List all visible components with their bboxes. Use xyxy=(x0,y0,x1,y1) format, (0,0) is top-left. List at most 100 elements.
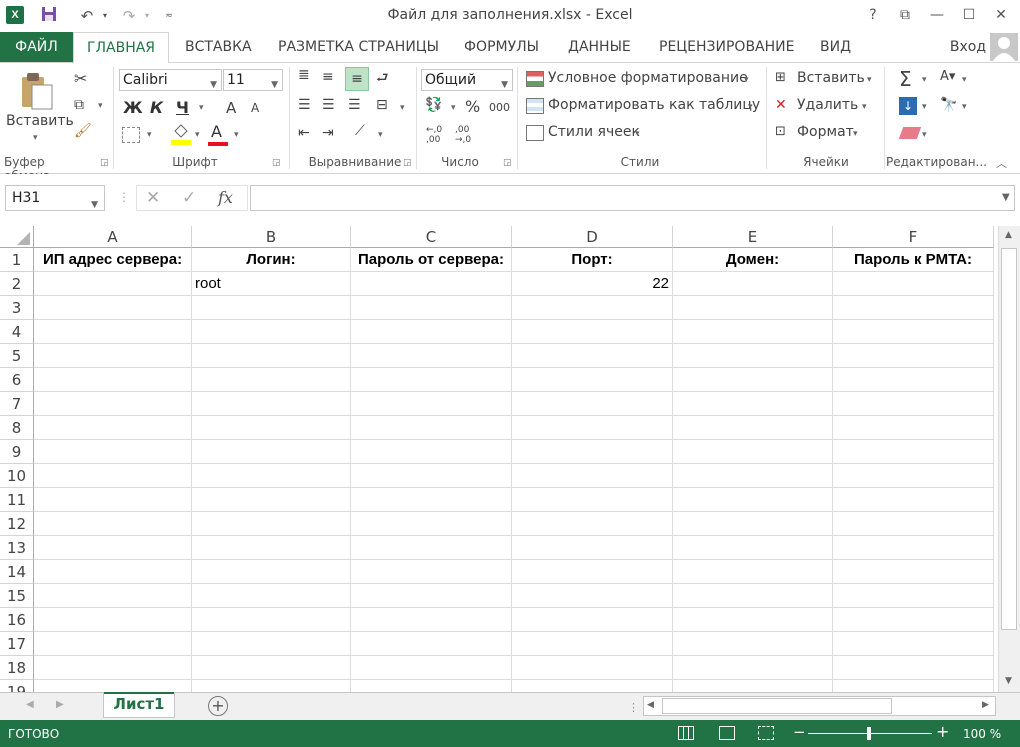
font-size-select[interactable]: 11 ▼ xyxy=(223,69,283,91)
row-header-14[interactable]: 14 xyxy=(0,560,34,584)
cell-styles-button[interactable]: Стили ячеек xyxy=(548,124,640,140)
cell-e6[interactable] xyxy=(673,368,833,392)
row-header-8[interactable]: 8 xyxy=(0,416,34,440)
wrap-text-icon[interactable]: ⮐ xyxy=(376,67,389,91)
sort-filter-icon[interactable]: A▾ xyxy=(940,69,955,84)
column-header-c[interactable]: C xyxy=(351,226,512,248)
delete-cells-button[interactable]: Удалить xyxy=(797,97,858,113)
cell-c17[interactable] xyxy=(351,632,512,656)
cell-f4[interactable] xyxy=(833,320,994,344)
scroll-right-icon[interactable]: ▶ xyxy=(982,700,989,710)
cell-d2[interactable]: 22 xyxy=(512,272,673,296)
row-header-5[interactable]: 5 xyxy=(0,344,34,368)
format-painter-icon[interactable]: 🖌 xyxy=(74,123,92,139)
cell-b1[interactable]: Логин: xyxy=(192,248,351,272)
cell-c14[interactable] xyxy=(351,560,512,584)
cell-a11[interactable] xyxy=(34,488,192,512)
sort-filter-dropdown-icon[interactable]: ▾ xyxy=(962,75,967,85)
cell-e11[interactable] xyxy=(673,488,833,512)
tab-data[interactable]: ДАННЫЕ xyxy=(568,32,631,62)
cell-c1[interactable]: Пароль от сервера: xyxy=(351,248,512,272)
cell-b5[interactable] xyxy=(192,344,351,368)
cell-d7[interactable] xyxy=(512,392,673,416)
borders-icon[interactable] xyxy=(122,127,140,143)
cell-d18[interactable] xyxy=(512,656,673,680)
increase-indent-icon[interactable]: ⇥ xyxy=(322,125,334,141)
orientation-dropdown-icon[interactable]: ▾ xyxy=(378,130,383,140)
page-break-view-icon[interactable] xyxy=(758,726,774,740)
close-button[interactable]: ✕ xyxy=(988,4,1014,26)
tab-view[interactable]: ВИД xyxy=(820,32,851,62)
cell-d12[interactable] xyxy=(512,512,673,536)
row-header-2[interactable]: 2 xyxy=(0,272,34,296)
cell-e3[interactable] xyxy=(673,296,833,320)
maximize-button[interactable]: ☐ xyxy=(956,4,982,26)
currency-dropdown-icon[interactable]: ▾ xyxy=(451,103,456,113)
add-sheet-button[interactable]: + xyxy=(208,696,228,716)
cell-d5[interactable] xyxy=(512,344,673,368)
expand-formula-bar-icon[interactable]: ▼ xyxy=(1002,192,1010,203)
cell-d10[interactable] xyxy=(512,464,673,488)
cell-f15[interactable] xyxy=(833,584,994,608)
tab-page-layout[interactable]: РАЗМЕТКА СТРАНИЦЫ xyxy=(278,32,439,62)
bold-button[interactable]: Ж xyxy=(123,98,143,117)
fill-dropdown-icon[interactable]: ▾ xyxy=(922,102,927,112)
cell-e4[interactable] xyxy=(673,320,833,344)
cell-b4[interactable] xyxy=(192,320,351,344)
cell-f2[interactable] xyxy=(833,272,994,296)
scroll-up-icon[interactable]: ▲ xyxy=(1005,230,1012,240)
row-header-17[interactable]: 17 xyxy=(0,632,34,656)
thousands-separator-button[interactable]: 000 xyxy=(489,101,510,114)
conditional-formatting-dropdown-icon[interactable]: ▾ xyxy=(744,75,749,85)
autosum-dropdown-icon[interactable]: ▾ xyxy=(922,75,927,85)
cell-d1[interactable]: Порт: xyxy=(512,248,673,272)
cell-e8[interactable] xyxy=(673,416,833,440)
row-header-12[interactable]: 12 xyxy=(0,512,34,536)
cell-b12[interactable] xyxy=(192,512,351,536)
cell-f19[interactable] xyxy=(833,680,994,692)
cell-d14[interactable] xyxy=(512,560,673,584)
cell-styles-dropdown-icon[interactable]: ▾ xyxy=(635,129,640,139)
tab-home[interactable]: ГЛАВНАЯ xyxy=(73,32,169,63)
cell-e18[interactable] xyxy=(673,656,833,680)
row-header-18[interactable]: 18 xyxy=(0,656,34,680)
row-header-7[interactable]: 7 xyxy=(0,392,34,416)
cell-e5[interactable] xyxy=(673,344,833,368)
cell-f5[interactable] xyxy=(833,344,994,368)
format-cells-icon[interactable]: ⊡ xyxy=(775,124,786,139)
insert-function-button[interactable]: fx xyxy=(218,188,233,207)
cell-b16[interactable] xyxy=(192,608,351,632)
cell-c8[interactable] xyxy=(351,416,512,440)
format-cells-dropdown-icon[interactable]: ▾ xyxy=(853,129,858,139)
cell-a4[interactable] xyxy=(34,320,192,344)
tab-insert[interactable]: ВСТАВКА xyxy=(185,32,252,62)
cell-e2[interactable] xyxy=(673,272,833,296)
cell-b3[interactable] xyxy=(192,296,351,320)
number-format-select[interactable]: Общий ▼ xyxy=(421,69,513,91)
row-header-9[interactable]: 9 xyxy=(0,440,34,464)
cell-a13[interactable] xyxy=(34,536,192,560)
decrease-decimal-button[interactable]: ,00 →,0 xyxy=(455,125,479,145)
percent-button[interactable]: % xyxy=(465,97,480,116)
cell-f11[interactable] xyxy=(833,488,994,512)
cell-b15[interactable] xyxy=(192,584,351,608)
cell-a8[interactable] xyxy=(34,416,192,440)
row-header-3[interactable]: 3 xyxy=(0,296,34,320)
format-as-table-icon[interactable] xyxy=(526,98,544,114)
insert-cells-icon[interactable]: ⊞ xyxy=(775,70,786,85)
cell-b9[interactable] xyxy=(192,440,351,464)
cell-c12[interactable] xyxy=(351,512,512,536)
cell-b7[interactable] xyxy=(192,392,351,416)
cell-c19[interactable] xyxy=(351,680,512,692)
row-header-4[interactable]: 4 xyxy=(0,320,34,344)
cell-b17[interactable] xyxy=(192,632,351,656)
cell-a2[interactable] xyxy=(34,272,192,296)
cell-f6[interactable] xyxy=(833,368,994,392)
cell-d19[interactable] xyxy=(512,680,673,692)
row-header-15[interactable]: 15 xyxy=(0,584,34,608)
zoom-in-button[interactable]: + xyxy=(936,722,949,741)
cell-b6[interactable] xyxy=(192,368,351,392)
collapse-ribbon-icon[interactable]: ︿ xyxy=(996,155,1007,171)
align-right-icon[interactable]: ☰ xyxy=(348,97,361,113)
format-as-table-button[interactable]: Форматировать как таблицу xyxy=(548,97,760,113)
